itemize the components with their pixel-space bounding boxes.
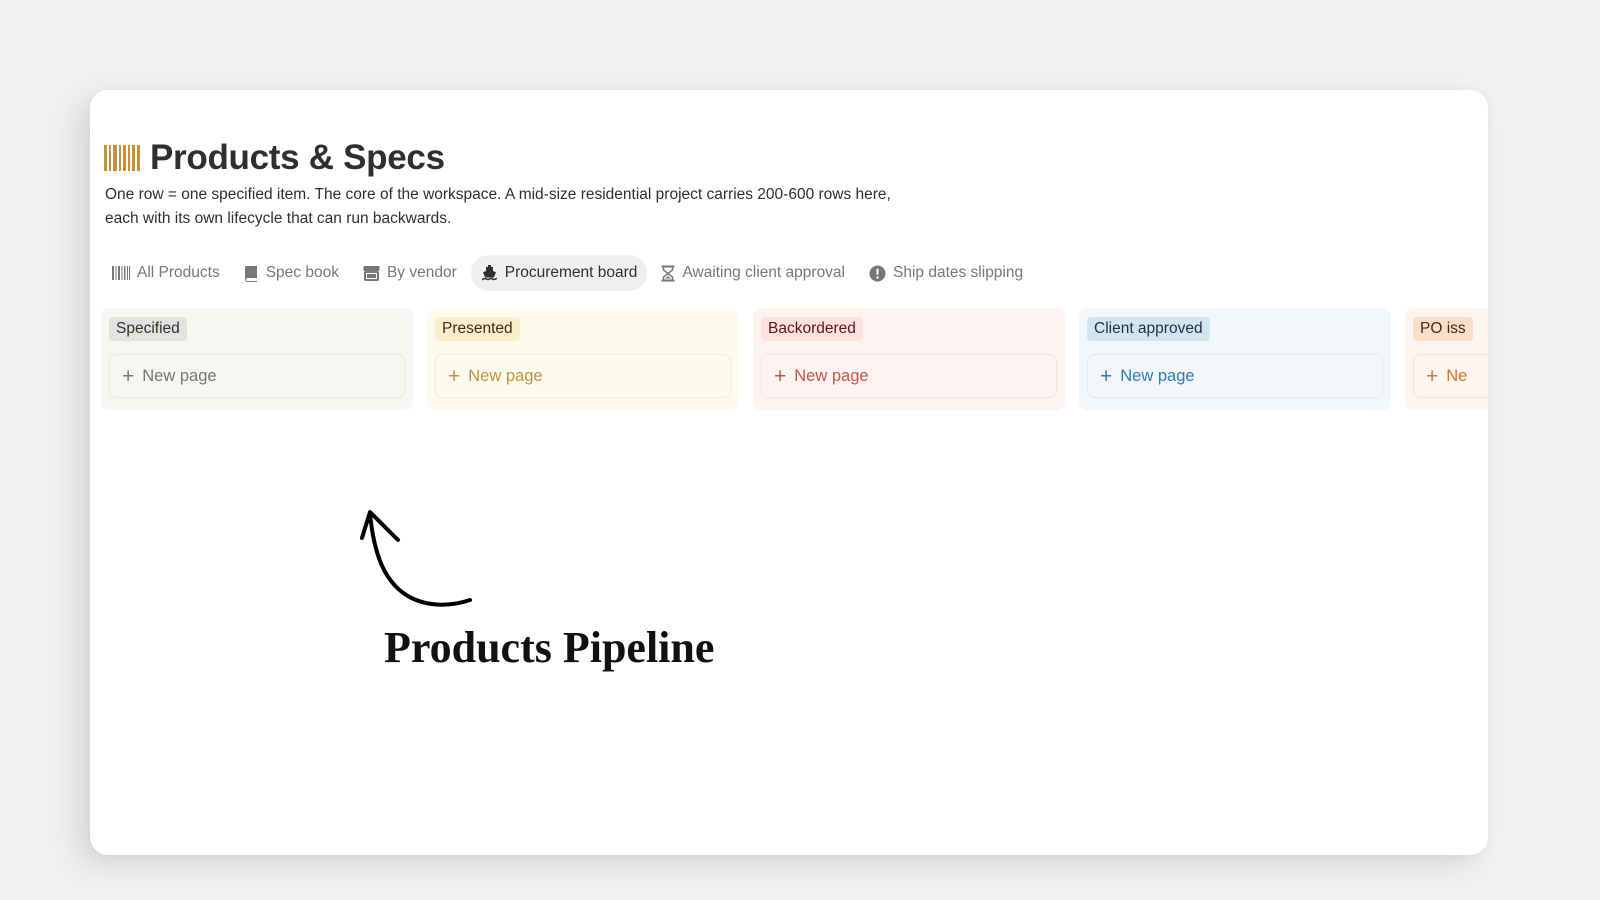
status-pill[interactable]: Presented	[435, 317, 520, 341]
new-page-button[interactable]: + New page	[761, 354, 1057, 398]
tab-spec-book[interactable]: Spec book	[234, 255, 349, 291]
annotation-label: Products Pipeline	[384, 623, 715, 672]
hourglass-icon	[661, 265, 675, 281]
barcode-icon	[112, 266, 130, 280]
plus-icon: +	[448, 364, 461, 388]
description-line: One row = one specified item. The core o…	[105, 186, 891, 203]
tab-label: Ship dates slipping	[893, 264, 1024, 281]
tab-ship-dates-slipping[interactable]: Ship dates slipping	[859, 255, 1033, 291]
new-page-button[interactable]: + New page	[109, 354, 405, 398]
new-page-label: New page	[142, 366, 217, 385]
tab-label: All Products	[137, 264, 220, 281]
curved-arrow-icon	[360, 510, 472, 607]
status-pill[interactable]: Backordered	[761, 317, 863, 341]
status-pill[interactable]: Specified	[109, 317, 187, 341]
procurement-board: Specified + New page Presented + New pag…	[101, 308, 1488, 410]
new-page-label: New page	[1120, 366, 1195, 385]
new-page-button[interactable]: + New page	[435, 354, 731, 398]
tab-procurement-board[interactable]: Procurement board	[470, 255, 648, 291]
description-line: each with its own lifecycle that can run…	[105, 210, 452, 227]
tab-by-vendor[interactable]: By vendor	[353, 255, 467, 291]
board-column-presented: Presented + New page	[427, 308, 739, 410]
board-column-po-issued: PO iss + Ne	[1405, 308, 1488, 410]
tab-label: Spec book	[265, 264, 339, 281]
column-header: PO iss	[1413, 317, 1488, 341]
board-column-backordered: Backordered + New page	[753, 308, 1065, 410]
plus-icon: +	[1100, 364, 1113, 388]
tab-label: Awaiting client approval	[682, 264, 845, 281]
new-page-button[interactable]: + Ne	[1413, 354, 1488, 398]
tab-label: Procurement board	[504, 264, 638, 281]
page-description: One row = one specified item. The core o…	[105, 183, 1005, 231]
column-header: Backordered	[761, 317, 1057, 341]
column-header: Specified	[109, 317, 405, 341]
alert-icon	[869, 265, 886, 281]
new-page-button[interactable]: + New page	[1087, 354, 1383, 398]
tab-awaiting-client-approval[interactable]: Awaiting client approval	[651, 255, 855, 291]
ship-icon	[481, 264, 497, 280]
board-column-client-approved: Client approved + New page	[1079, 308, 1391, 410]
new-page-label: New page	[468, 366, 543, 385]
storefront-icon	[363, 266, 380, 281]
page-header: Products & Specs	[104, 138, 445, 178]
plus-icon: +	[122, 364, 135, 388]
column-header: Client approved	[1087, 317, 1383, 341]
plus-icon: +	[774, 364, 787, 388]
plus-icon: +	[1426, 364, 1439, 388]
status-pill[interactable]: PO iss	[1413, 317, 1473, 341]
tab-label: By vendor	[386, 264, 457, 281]
notion-page-card: Products & Specs One row = one specified…	[90, 90, 1488, 855]
tab-all-products[interactable]: All Products	[102, 255, 230, 291]
book-icon	[244, 265, 257, 282]
column-header: Presented	[435, 317, 731, 341]
new-page-label: Ne	[1446, 366, 1468, 385]
board-column-specified: Specified + New page	[101, 308, 413, 410]
page-title[interactable]: Products & Specs	[150, 138, 445, 178]
view-tabs: All Products Spec book By vendor Procure…	[102, 255, 1033, 291]
status-pill[interactable]: Client approved	[1087, 317, 1210, 341]
new-page-label: New page	[794, 366, 869, 385]
barcode-icon[interactable]	[104, 145, 140, 171]
